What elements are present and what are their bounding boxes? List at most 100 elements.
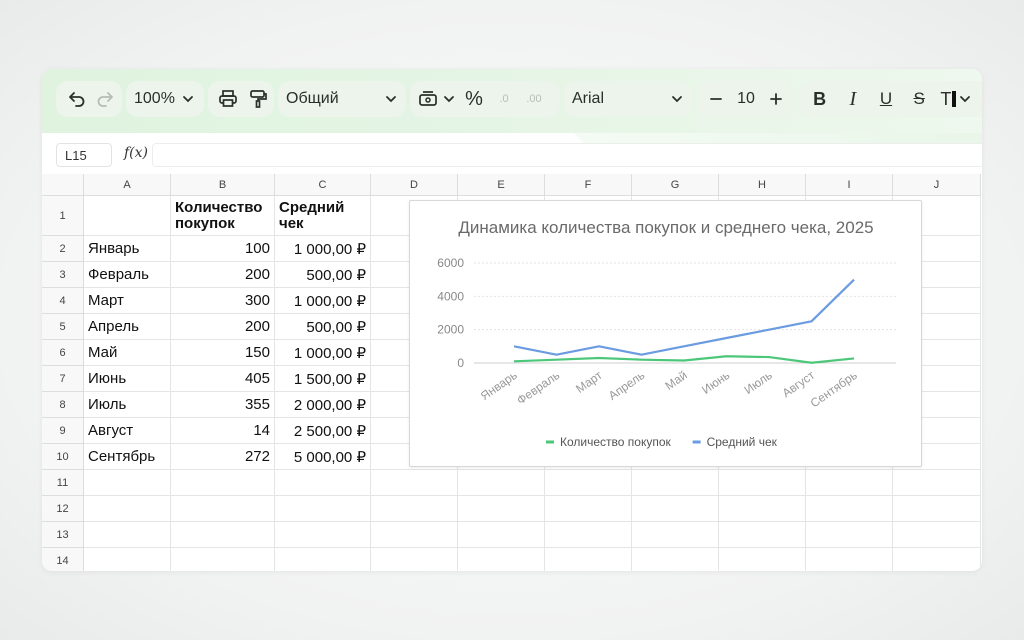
column-header-j[interactable]: J [893,174,981,196]
currency-format-button[interactable] [418,85,456,113]
grid-cell[interactable] [806,470,893,496]
row-header-12[interactable]: 12 [42,496,84,522]
row-header-14[interactable]: 14 [42,548,84,571]
table-cell[interactable]: 200 [171,314,275,340]
grid-cell[interactable] [545,496,632,522]
text-color-button[interactable]: T [940,85,972,113]
grid-cell[interactable] [458,548,545,571]
grid-cell[interactable] [806,548,893,571]
grid-cell[interactable] [632,522,719,548]
row-header-7[interactable]: 7 [42,366,84,392]
row-header-11[interactable]: 11 [42,470,84,496]
grid-cell[interactable] [84,522,171,548]
table-cell[interactable]: 405 [171,366,275,392]
grid-cell[interactable] [806,496,893,522]
column-header-i[interactable]: I [806,174,893,196]
grid-cell[interactable] [371,470,458,496]
table-cell[interactable]: Апрель [84,314,171,340]
column-header-c[interactable]: C [275,174,371,196]
grid-cell[interactable] [84,548,171,571]
cell-reference-box[interactable]: L15 [56,143,112,167]
column-header-d[interactable]: D [371,174,458,196]
column-header-h[interactable]: H [719,174,806,196]
print-button[interactable] [216,85,240,113]
table-cell[interactable]: Май [84,340,171,366]
row-header-3[interactable]: 3 [42,262,84,288]
table-cell[interactable]: 355 [171,392,275,418]
row-header-2[interactable]: 2 [42,236,84,262]
table-cell[interactable]: 272 [171,444,275,470]
percent-button[interactable]: % [462,85,486,113]
row-header-4[interactable]: 4 [42,288,84,314]
grid-cell[interactable] [275,496,371,522]
italic-button[interactable]: I [841,85,865,113]
grid-cell[interactable] [275,522,371,548]
column-header-f[interactable]: F [545,174,632,196]
font-family-select[interactable]: Arial [564,81,692,117]
number-format-select[interactable]: Общий [278,81,406,117]
column-header-e[interactable]: E [458,174,545,196]
row-header-8[interactable]: 8 [42,392,84,418]
table-cell[interactable]: 2 000,00 ₽ [275,392,371,418]
table-cell[interactable]: Август [84,418,171,444]
grid-cell[interactable] [84,470,171,496]
function-icon[interactable]: f(x) [124,145,148,161]
grid-cell[interactable] [84,496,171,522]
row-header-1[interactable]: 1 [42,196,84,236]
table-header-cell[interactable]: Средний чек [275,196,371,236]
strikethrough-button[interactable]: S [907,85,931,113]
decrease-decimals-button[interactable]: .0 [492,85,516,113]
table-cell[interactable]: 2 500,00 ₽ [275,418,371,444]
grid-cell[interactable] [371,496,458,522]
grid-cell[interactable] [371,548,458,571]
grid-cell[interactable] [893,548,981,571]
row-header-10[interactable]: 10 [42,444,84,470]
table-cell[interactable]: Сентябрь [84,444,171,470]
chart[interactable]: Динамика количества покупок и среднего ч… [409,200,922,467]
grid-cell[interactable] [275,548,371,571]
redo-button[interactable] [94,85,118,113]
row-header-5[interactable]: 5 [42,314,84,340]
zoom-select[interactable]: 100% [126,81,204,117]
grid-cell[interactable] [719,522,806,548]
increase-decimals-button[interactable]: .00 [522,85,546,113]
grid-cell[interactable] [806,522,893,548]
grid-cell[interactable] [171,496,275,522]
grid-cell[interactable] [632,496,719,522]
table-cell[interactable]: 300 [171,288,275,314]
table-cell[interactable]: Март [84,288,171,314]
row-header-6[interactable]: 6 [42,340,84,366]
grid-cell[interactable] [84,196,171,236]
table-cell[interactable]: 500,00 ₽ [275,314,371,340]
table-cell[interactable]: 14 [171,418,275,444]
grid-cell[interactable] [458,496,545,522]
grid-cell[interactable] [545,548,632,571]
grid-cell[interactable] [893,470,981,496]
font-size-increase-button[interactable] [764,85,788,113]
font-size-decrease-button[interactable] [704,85,728,113]
bold-button[interactable]: B [808,85,832,113]
select-all-corner[interactable] [42,174,84,196]
table-cell[interactable]: Июль [84,392,171,418]
grid-cell[interactable] [545,522,632,548]
table-cell[interactable]: 150 [171,340,275,366]
grid-cell[interactable] [171,470,275,496]
formula-input[interactable] [152,143,982,167]
grid-cell[interactable] [545,470,632,496]
grid-cell[interactable] [171,522,275,548]
column-header-b[interactable]: B [171,174,275,196]
grid-cell[interactable] [719,470,806,496]
table-cell[interactable]: Июнь [84,366,171,392]
column-header-g[interactable]: G [632,174,719,196]
grid-cell[interactable] [893,496,981,522]
grid-cell[interactable] [632,548,719,571]
undo-button[interactable] [64,85,88,113]
grid-cell[interactable] [275,470,371,496]
table-cell[interactable]: 1 000,00 ₽ [275,340,371,366]
table-cell[interactable]: Февраль [84,262,171,288]
table-cell[interactable]: Январь [84,236,171,262]
paint-format-button[interactable] [246,85,270,113]
font-size-input[interactable]: 10 [734,85,758,113]
table-cell[interactable]: 1 500,00 ₽ [275,366,371,392]
column-header-a[interactable]: A [84,174,171,196]
